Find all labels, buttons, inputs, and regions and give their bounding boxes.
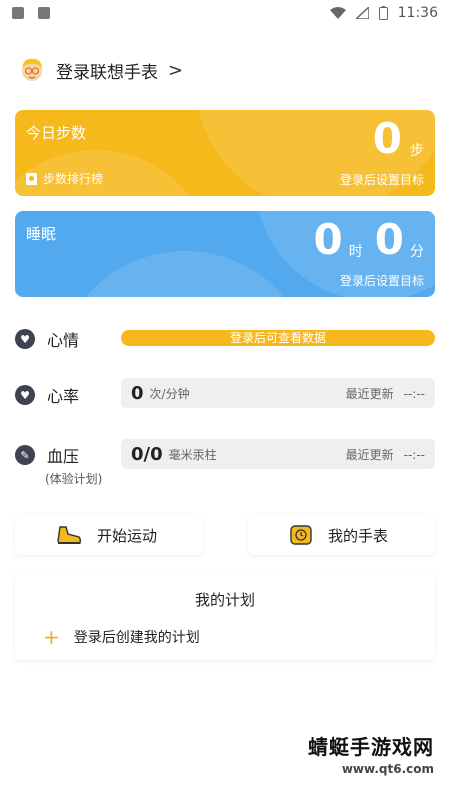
watermark: 蜻蜓手游戏网 www.qt6.com [308, 731, 434, 776]
wifi-icon [329, 7, 346, 19]
heart-rate-icon: ♥ [15, 385, 35, 405]
mood-notice[interactable]: 登录后可查看数据 [121, 330, 435, 346]
plan-card: 我的计划 + 登录后创建我的计划 [15, 572, 435, 660]
watermark-title: 蜻蜓手游戏网 [308, 735, 434, 759]
watermark-url: www.qt6.com [341, 762, 434, 776]
sleep-goal-hint: 登录后设置目标 [339, 274, 424, 288]
heart-rate-box[interactable]: 0 次/分钟 最近更新 --:-- [121, 378, 435, 408]
blood-pressure-label: 血压 [47, 447, 80, 466]
card-decoration [55, 251, 315, 297]
heart-rate-recent-label: 最近更新 [345, 386, 394, 401]
blood-pressure-value: 0/0 [131, 443, 163, 465]
sleep-hours-unit: 时 [348, 244, 363, 260]
create-plan-button[interactable]: + 登录后创建我的计划 [43, 627, 200, 647]
watch-icon [290, 525, 312, 545]
blood-pressure-row: ✎ 血压 [15, 443, 79, 467]
sleep-title: 睡眠 [26, 225, 57, 243]
battery-icon [378, 6, 388, 20]
blood-pressure-note: (体验计划) [45, 472, 103, 486]
notification-icon [38, 7, 50, 19]
shoe-icon [57, 526, 82, 544]
heart-rate-row: ♥ 心率 [15, 383, 79, 407]
blood-pressure-recent: 最近更新 --:-- [346, 446, 425, 463]
chevron-right-icon: > [168, 59, 184, 81]
create-plan-label: 登录后创建我的计划 [73, 630, 200, 646]
signal-icon [355, 7, 369, 19]
login-header[interactable]: 登录联想手表 > [18, 56, 183, 84]
steps-value: 0 [372, 114, 402, 163]
image-icon [12, 7, 24, 19]
heart-rate-unit: 次/分钟 [149, 386, 190, 401]
steps-ranking-label: 步数排行榜 [43, 172, 104, 186]
ranking-icon [26, 172, 37, 185]
heart-rate-recent: 最近更新 --:-- [346, 385, 425, 402]
heart-rate-recent-value: --:-- [403, 386, 425, 401]
sleep-hours: 0 [313, 215, 343, 264]
blood-pressure-box[interactable]: 0/0 毫米汞柱 最近更新 --:-- [121, 439, 435, 469]
steps-title: 今日步数 [26, 124, 87, 142]
heart-rate-value: 0 [131, 382, 144, 404]
my-watch-label: 我的手表 [328, 526, 389, 545]
steps-goal-hint: 登录后设置目标 [339, 173, 424, 187]
mood-label: 心情 [47, 331, 80, 350]
avatar-icon [22, 58, 42, 81]
plan-title: 我的计划 [194, 591, 255, 609]
steps-card[interactable]: 今日步数 0 步 步数排行榜 登录后设置目标 [15, 110, 435, 196]
sleep-minutes: 0 [374, 215, 404, 264]
my-watch-button[interactable]: 我的手表 [248, 515, 435, 555]
blood-pressure-recent-label: 最近更新 [345, 447, 394, 462]
start-exercise-label: 开始运动 [97, 526, 158, 545]
steps-unit: 步 [410, 143, 424, 159]
mood-row: ♥ 心情 [15, 327, 79, 351]
start-exercise-button[interactable]: 开始运动 [15, 515, 203, 555]
login-title: 登录联想手表 [56, 62, 158, 83]
steps-ranking-link[interactable]: 步数排行榜 [26, 170, 103, 187]
blood-pressure-unit: 毫米汞柱 [168, 447, 217, 462]
blood-pressure-recent-value: --:-- [403, 447, 425, 462]
status-time: 11:36 [397, 5, 438, 21]
heart-rate-label: 心率 [47, 387, 80, 406]
sleep-card[interactable]: 睡眠 0 时 0 分 登录后设置目标 [15, 211, 435, 297]
sleep-minutes-unit: 分 [410, 244, 424, 260]
heart-icon: ♥ [15, 329, 35, 349]
blood-pressure-icon: ✎ [15, 445, 35, 465]
plus-icon: + [43, 625, 60, 649]
status-bar: 11:36 [0, 0, 450, 26]
